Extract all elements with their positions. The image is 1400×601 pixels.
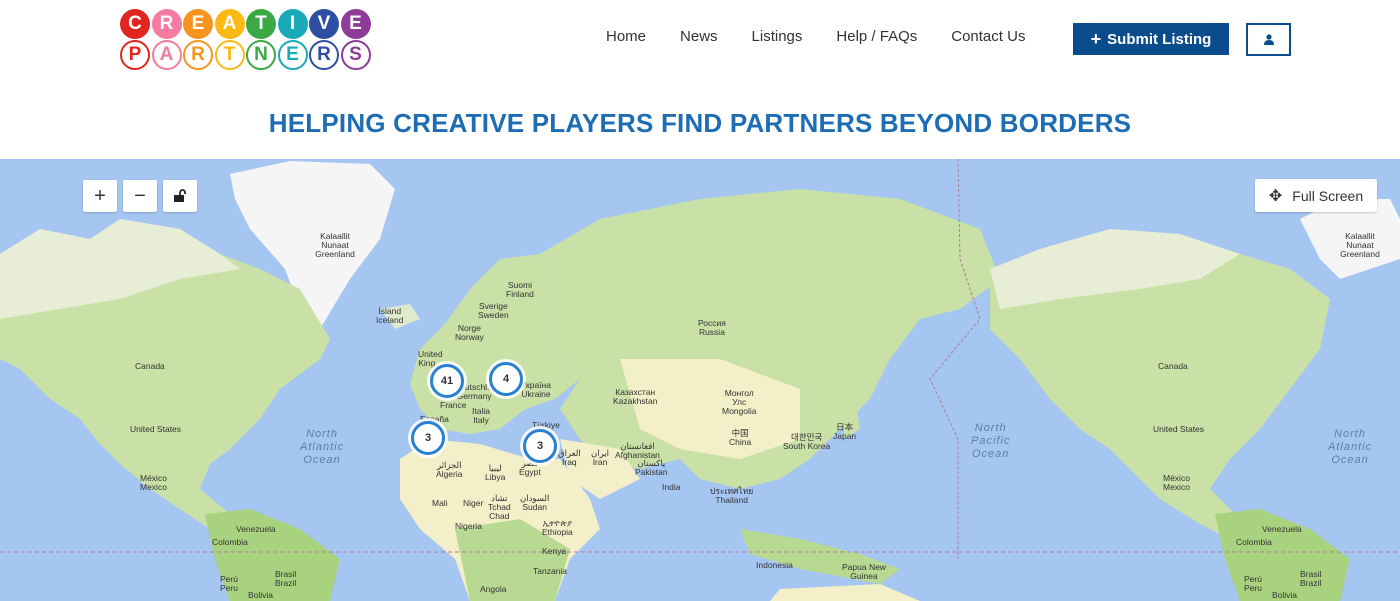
map-label-colombia-right: Colombia: [1236, 537, 1272, 547]
map-ocean-north-atlantic-right: North Atlantic Ocean: [1328, 428, 1373, 466]
user-icon: [1263, 34, 1274, 45]
map-label-ethiopia: ኢትዮጵያ Ethiopia: [542, 518, 573, 537]
map-label-bolivia-left: Bolivia: [248, 590, 274, 600]
world-map[interactable]: Kalaallit Nunaat Greenland Kalaallit Nun…: [0, 159, 1400, 601]
map-label-thailand: ประเทศไทย Thailand: [710, 486, 754, 505]
nav-listings[interactable]: Listings: [752, 28, 803, 46]
map-label-brazil-left: Brasil Brazil: [275, 569, 297, 588]
map-ocean-north-pacific: North Pacific Ocean: [971, 422, 1011, 460]
zoom-out-button[interactable]: −: [123, 180, 157, 212]
map-label-iran: ایران Iran: [591, 448, 610, 467]
nav-contact-us[interactable]: Contact Us: [951, 28, 1025, 46]
logo-letter: A: [214, 9, 245, 39]
map-label-iraq: العراق Iraq: [558, 448, 581, 467]
map-label-niger: Niger: [463, 498, 484, 508]
map-label-canada-right: Canada: [1158, 361, 1188, 371]
map-label-algeria: الجزائر Algeria: [436, 460, 463, 479]
logo-letter: T: [214, 40, 245, 70]
logo-letter: E: [340, 9, 371, 39]
logo-letter: R: [183, 40, 213, 70]
logo-letter: V: [309, 9, 339, 39]
map-label-china: 中国 China: [729, 428, 752, 447]
logo-letter: R: [309, 40, 339, 70]
map-ocean-north-atlantic-left: North Atlantic Ocean: [300, 428, 345, 466]
creative-partners-logo[interactable]: CREATIVE PARTNERS: [120, 9, 372, 71]
map-label-angola: Angola: [480, 584, 507, 594]
map-lock-button[interactable]: [163, 180, 197, 212]
map-label-brazil-right: Brasil Brazil: [1300, 569, 1322, 588]
map-label-greenland-left: Kalaallit Nunaat Greenland: [315, 231, 355, 259]
user-account-button[interactable]: [1246, 23, 1291, 56]
logo-letter: A: [151, 40, 182, 70]
map-label-south-korea: 대한민국 South Korea: [783, 432, 831, 451]
logo-letter: P: [120, 40, 150, 70]
nav-home[interactable]: Home: [606, 28, 646, 46]
logo-letter: C: [120, 9, 150, 39]
map-label-mexico-right: México Mexico: [1163, 473, 1190, 492]
map-label-colombia-left: Colombia: [212, 537, 248, 547]
submit-listing-button[interactable]: + Submit Listing: [1073, 23, 1229, 55]
map-label-libya: ليبيا Libya: [485, 463, 506, 482]
map-label-us-left: United States: [130, 424, 182, 434]
logo-row-creative: CREATIVE: [120, 9, 372, 40]
logo-letter: E: [183, 9, 213, 39]
map-label-us-right: United States: [1153, 424, 1205, 434]
map-label-norway: Norge Norway: [455, 323, 484, 342]
map-label-canada-left: Canada: [135, 361, 165, 371]
map-cluster-marker[interactable]: 3: [523, 429, 557, 463]
logo-letter: R: [151, 9, 182, 39]
logo-letter: T: [246, 9, 276, 39]
map-label-greenland-right: Kalaallit Nunaat Greenland: [1340, 231, 1380, 259]
logo-row-partners: PARTNERS: [120, 40, 372, 71]
main-nav: Home News Listings Help / FAQs Contact U…: [606, 28, 1059, 46]
logo-letter: E: [277, 40, 308, 70]
map-label-france: France: [440, 400, 467, 410]
nav-news[interactable]: News: [680, 28, 718, 46]
map-label-venezuela-left: Venezuela: [236, 524, 276, 534]
map-label-italy: Italia Italy: [472, 406, 490, 425]
zoom-in-button[interactable]: +: [83, 180, 117, 212]
submit-listing-label: Submit Listing: [1107, 30, 1212, 48]
map-cluster-marker[interactable]: 41: [430, 364, 464, 398]
nav-help-faqs[interactable]: Help / FAQs: [836, 28, 917, 46]
map-label-sudan: السودان Sudan: [520, 493, 550, 512]
map-label-kazakhstan: Казахстан Kazakhstan: [613, 387, 658, 406]
map-label-chad: تشاد Tchad Chad: [488, 493, 511, 521]
map-label-ukraine: Україна Ukraine: [521, 380, 551, 399]
map-label-nigeria: Nigeria: [455, 521, 482, 531]
map-label-india: India: [662, 482, 681, 492]
map-cluster-marker[interactable]: 3: [411, 421, 445, 455]
map-label-kenya: Kenya: [542, 546, 567, 556]
map-label-iceland: Ísland Iceland: [376, 306, 404, 325]
full-screen-label: Full Screen: [1292, 187, 1364, 204]
map-label-venezuela-right: Venezuela: [1262, 524, 1302, 534]
map-label-peru-right: Perú Peru: [1244, 574, 1262, 593]
logo-letter: N: [246, 40, 276, 70]
unlock-icon: [174, 189, 186, 202]
full-screen-button[interactable]: ✥ Full Screen: [1255, 179, 1377, 212]
map-label-sweden: Sverige Sweden: [478, 301, 509, 320]
logo-letter: S: [340, 40, 371, 70]
map-label-mongolia: Монгол Улс Mongolia: [722, 388, 757, 416]
map-label-japan: 日本 Japan: [833, 422, 857, 441]
map-label-indonesia: Indonesia: [756, 560, 793, 570]
map-label-bolivia-right: Bolivia: [1272, 590, 1298, 600]
map-label-pakistan: پاکستان Pakistan: [635, 458, 668, 477]
plus-icon: +: [1090, 28, 1102, 49]
map-label-peru-left: Perú Peru: [220, 574, 238, 593]
map-landmasses: [0, 159, 1400, 601]
map-label-tanzania: Tanzania: [533, 566, 568, 576]
map-label-mexico-left: México Mexico: [140, 473, 167, 492]
move-icon: ✥: [1268, 187, 1283, 205]
map-label-papua-new-guinea: Papua New Guinea: [842, 562, 886, 581]
map-label-finland: Suomi Finland: [506, 280, 534, 299]
page-tagline: HELPING CREATIVE PLAYERS FIND PARTNERS B…: [268, 108, 1132, 138]
map-label-mali: Mali: [432, 498, 448, 508]
logo-letter: I: [277, 9, 308, 39]
map-cluster-marker[interactable]: 4: [489, 362, 523, 396]
map-label-russia: Россия Russia: [698, 318, 726, 337]
